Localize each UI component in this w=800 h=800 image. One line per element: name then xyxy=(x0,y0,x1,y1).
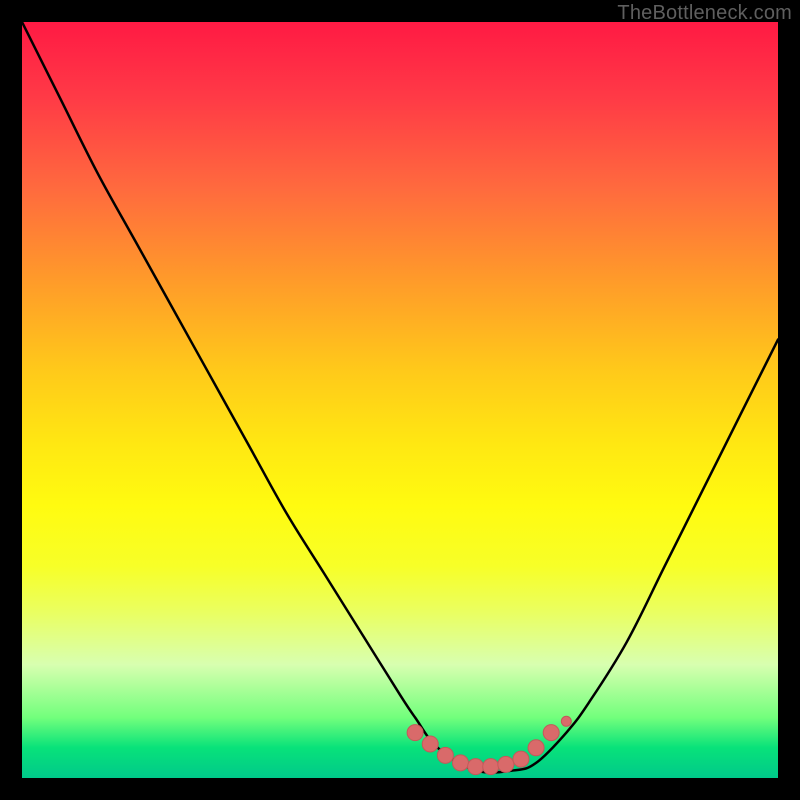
bottleneck-curve xyxy=(22,22,778,773)
watermark-label: TheBottleneck.com xyxy=(617,2,792,25)
optimal-marker-icon xyxy=(422,736,438,752)
optimal-zone-markers xyxy=(407,725,559,775)
optimal-marker-icon xyxy=(407,725,423,741)
curve-svg xyxy=(22,22,778,778)
optimal-marker-icon xyxy=(528,740,544,756)
optimal-marker-icon xyxy=(483,759,499,775)
optimal-marker-icon xyxy=(452,755,468,771)
optimal-marker-icon xyxy=(513,751,529,767)
chart-frame: TheBottleneck.com xyxy=(0,0,800,800)
optimal-marker-icon xyxy=(468,759,484,775)
plot-area xyxy=(22,22,778,778)
zone-end-dot xyxy=(561,716,571,726)
optimal-marker-icon xyxy=(543,725,559,741)
optimal-marker-icon xyxy=(498,756,514,772)
optimal-marker-icon xyxy=(437,747,453,763)
